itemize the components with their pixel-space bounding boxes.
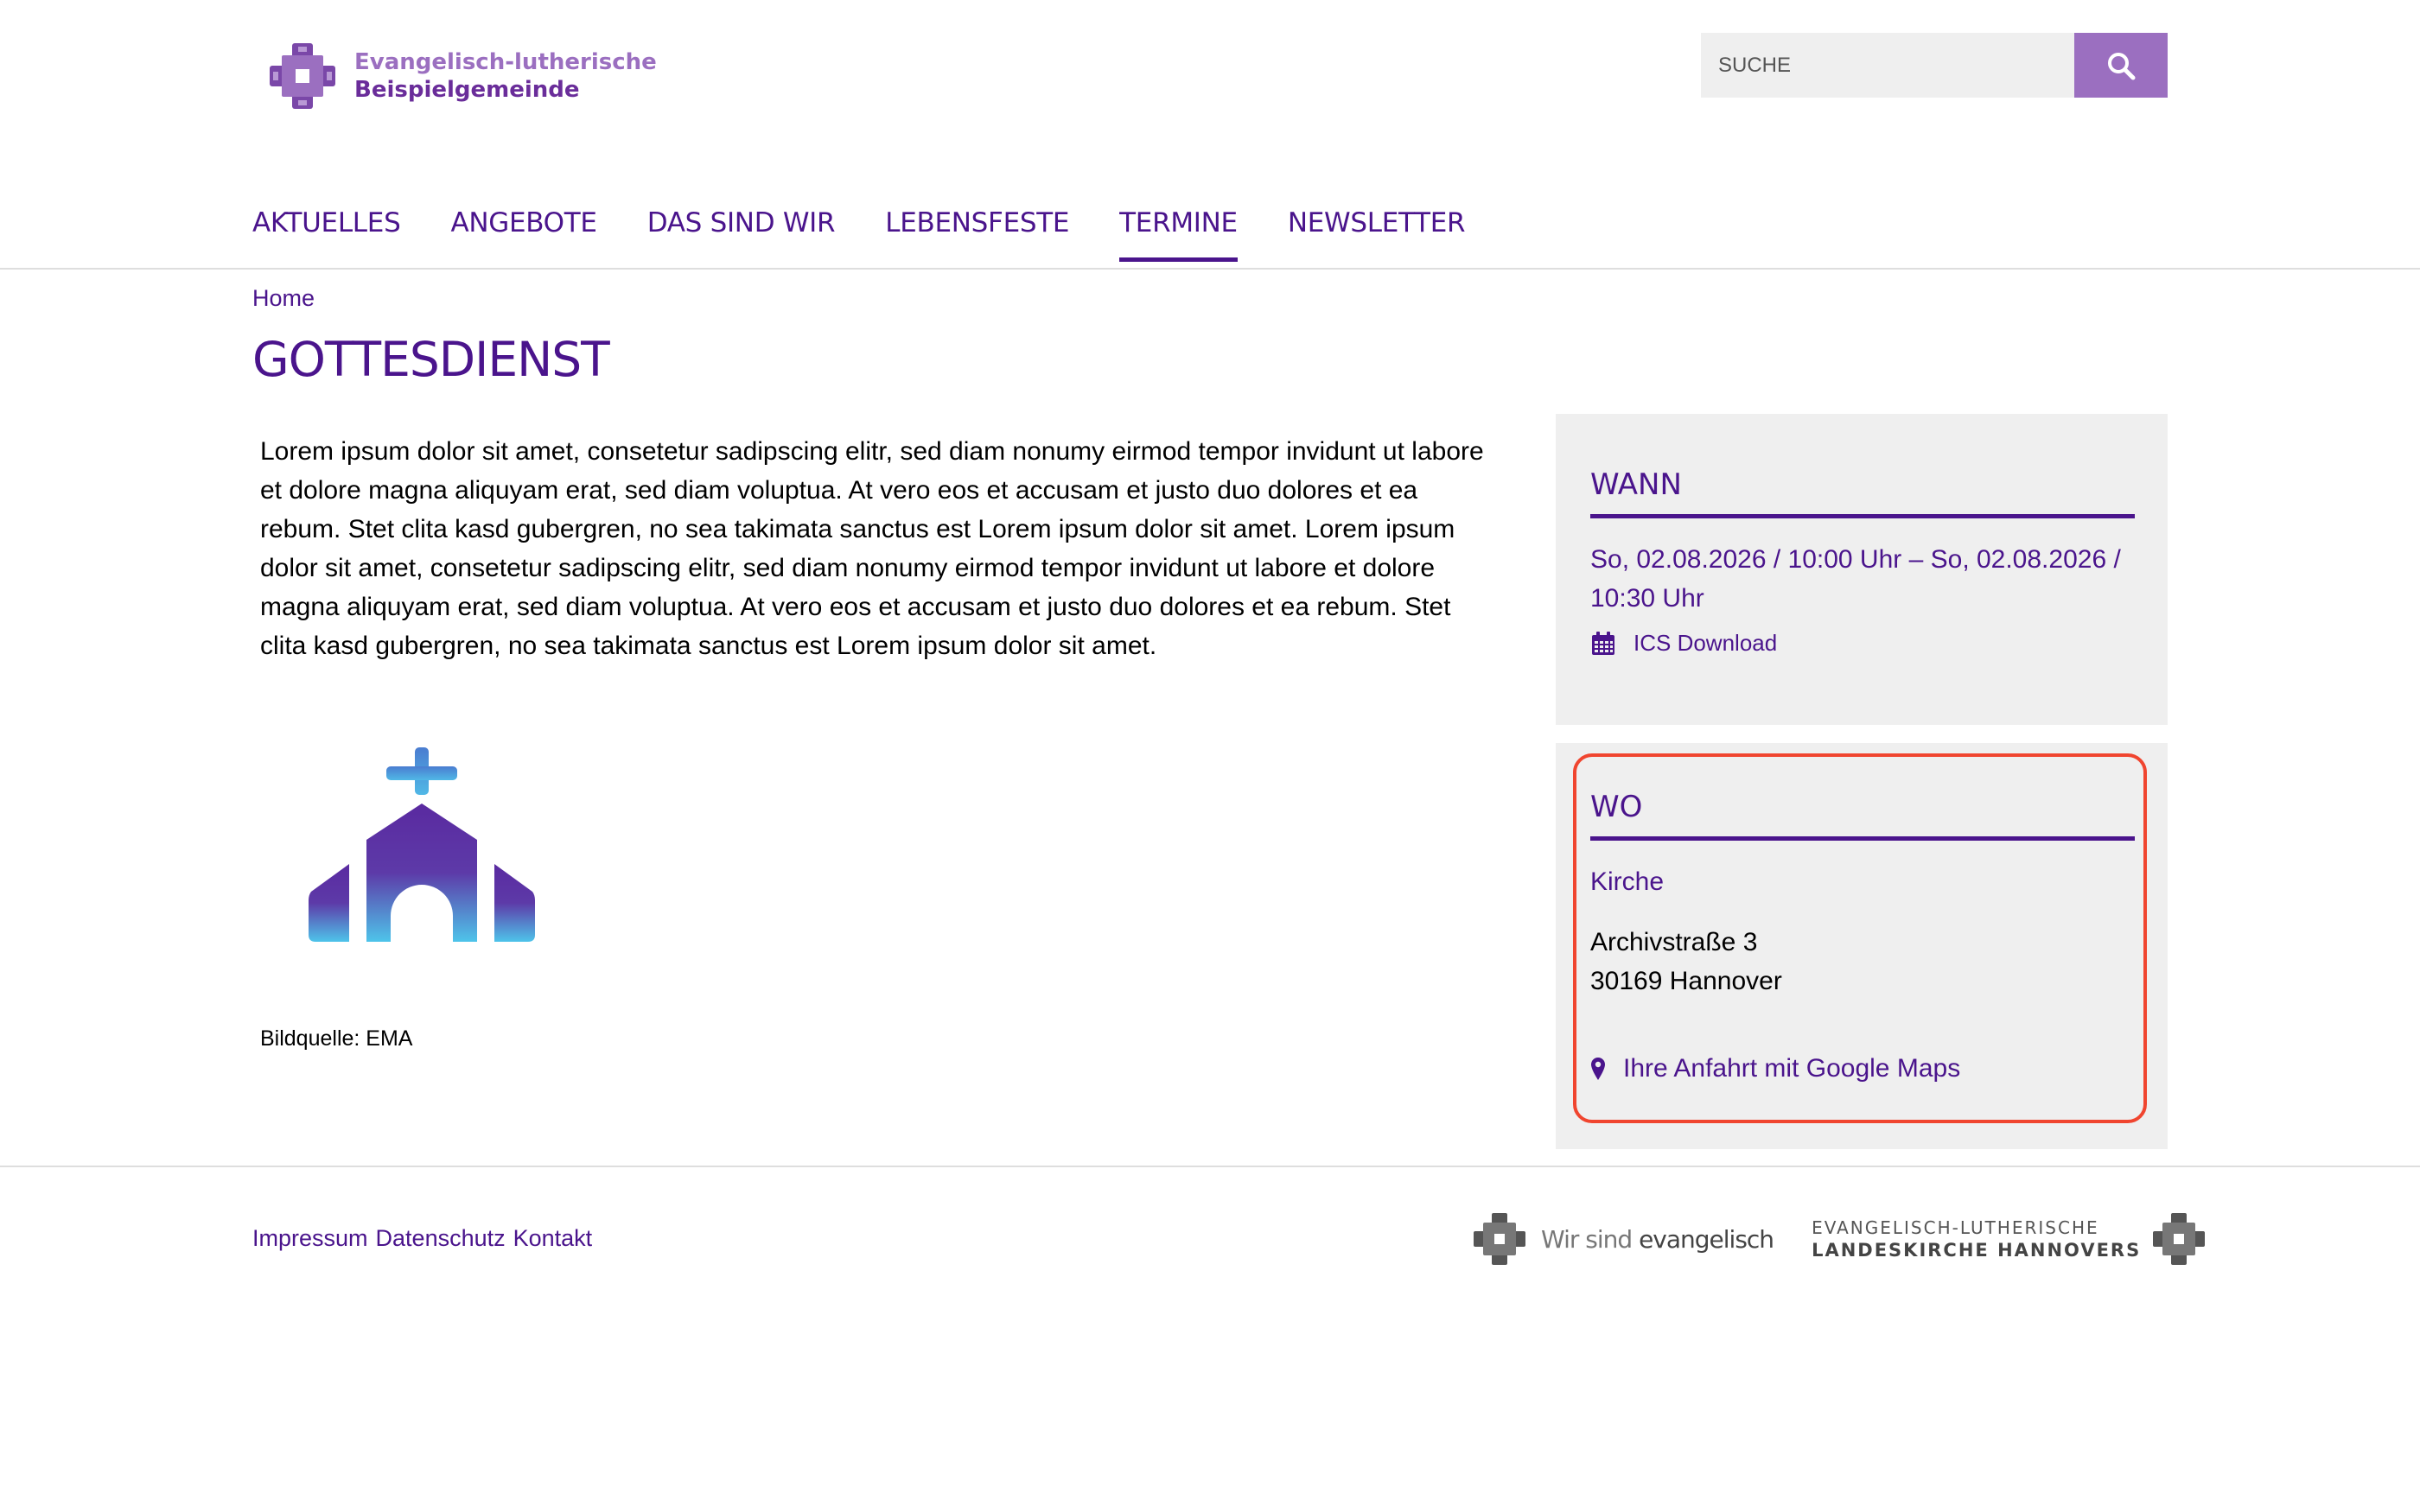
address-street: Archivstraße 3 (1590, 928, 1758, 956)
footer-link-datenschutz[interactable]: Datenschutz (376, 1225, 506, 1252)
address-city: 30169 Hannover (1590, 967, 1782, 995)
nav-divider (0, 268, 2420, 270)
event-datetime: So, 02.08.2026 / 10:00 Uhr – So, 02.08.2… (1590, 545, 2121, 613)
nav-item-aktuelles[interactable]: AKTUELLES (252, 207, 401, 262)
google-maps-label: Ihre Anfahrt mit Google Maps (1623, 1054, 1961, 1083)
footer-logos: Wir sind evangelisch EVANGELISCH-LUTHERI… (1474, 1213, 2206, 1265)
logo-line-1: Evangelisch-lutherische (354, 49, 657, 75)
church-cross-logo-icon (270, 43, 335, 109)
search-button[interactable] (2074, 33, 2168, 98)
logo1-text-a: Wir sind (1541, 1224, 1640, 1254)
ics-download-label: ICS Download (1634, 630, 1778, 656)
ics-download-link[interactable]: ICS Download (1590, 630, 1777, 657)
search-icon (2108, 52, 2136, 79)
logo2-line-1: EVANGELISCH-LUTHERISCHE (1812, 1217, 2099, 1238)
breadcrumb-home[interactable]: Home (252, 285, 315, 312)
logo2-line-2: LANDESKIRCHE HANNOVERS (1812, 1240, 2142, 1261)
nav-item-lebensfeste[interactable]: LEBENSFESTE (885, 207, 1069, 262)
nav-item-angebote[interactable]: ANGEBOTE (450, 207, 597, 262)
footer-link-kontakt[interactable]: Kontakt (513, 1225, 593, 1252)
nav-item-newsletter[interactable]: NEWSLETTER (1288, 207, 1466, 262)
where-heading: WO (1590, 790, 2135, 841)
site-header: Evangelisch-lutherische Beispielgemeinde (252, 0, 2168, 156)
event-description: Lorem ipsum dolor sit amet, consetetur s… (260, 437, 1484, 660)
footer-link-impressum[interactable]: Impressum (252, 1225, 368, 1252)
location-address: Archivstraße 3 30169 Hannover (1590, 923, 1782, 1001)
nav-item-termine[interactable]: TERMINE (1119, 207, 1238, 262)
site-logo[interactable]: Evangelisch-lutherische Beispielgemeinde (270, 43, 657, 109)
page-title: GOTTESDIENST (252, 332, 610, 387)
search-bar (1701, 33, 2168, 98)
logo-line-2: Beispielgemeinde (354, 77, 580, 103)
google-maps-link[interactable]: Ihre Anfahrt mit Google Maps (1590, 1054, 1960, 1083)
location-name: Kirche (1590, 867, 1665, 896)
search-input[interactable] (1701, 33, 2074, 98)
footer-divider (0, 1166, 2420, 1167)
image-caption: Bildquelle: EMA (260, 1026, 413, 1051)
church-icon (309, 747, 535, 942)
landeskirche-hannovers-logo[interactable]: EVANGELISCH-LUTHERISCHE LANDESKIRCHE HAN… (1812, 1213, 2206, 1265)
footer-links: Impressum Datenschutz Kontakt (252, 1225, 592, 1252)
calendar-icon (1592, 631, 1614, 655)
where-box: WO Kirche Archivstraße 3 30169 Hannover … (1556, 743, 2168, 1149)
main-nav: AKTUELLES ANGEBOTE DAS SIND WIR LEBENSFE… (252, 207, 1466, 262)
map-marker-icon (1591, 1058, 1605, 1080)
cross-logo-icon (1474, 1213, 1525, 1265)
when-heading: WANN (1590, 467, 2135, 518)
wir-sind-evangelisch-logo[interactable]: Wir sind evangelisch (1474, 1213, 1774, 1265)
logo1-text-b: evangelisch (1639, 1224, 1774, 1254)
cross-logo-icon (2153, 1213, 2206, 1265)
when-box: WANN So, 02.08.2026 / 10:00 Uhr – So, 02… (1556, 414, 2168, 725)
nav-item-das-sind-wir[interactable]: DAS SIND WIR (647, 207, 836, 262)
